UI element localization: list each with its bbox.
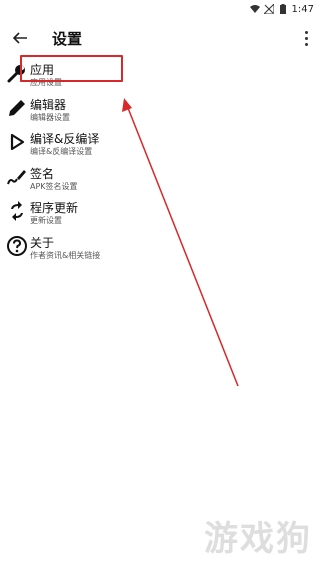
watermark-logo: 游戏狗 — [204, 519, 312, 559]
annotation-arrow — [122, 98, 239, 387]
